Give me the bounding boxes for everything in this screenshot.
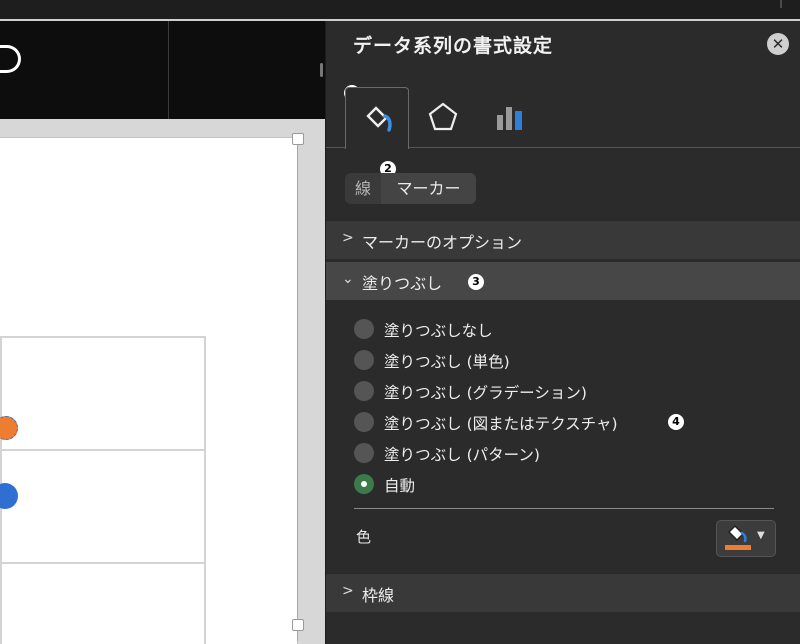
resize-handle[interactable] (292, 133, 304, 145)
section-border[interactable]: > 枠線 (326, 574, 800, 612)
chart-area (0, 21, 325, 644)
section-label: 枠線 (362, 586, 395, 605)
tab-series-options[interactable] (478, 87, 538, 147)
divider (354, 508, 774, 509)
section-marker-options[interactable]: > マーカーのオプション (326, 221, 800, 259)
radio-button-selected[interactable] (354, 474, 374, 494)
cropped-glyph-icon (0, 45, 21, 73)
chevron-down-icon: ⌄ (342, 271, 354, 287)
tab-effects[interactable] (411, 87, 471, 147)
close-icon[interactable]: ✕ (767, 33, 789, 55)
resize-handle[interactable] (292, 619, 304, 631)
segment-line[interactable]: 線 (345, 173, 381, 204)
radio-button[interactable] (354, 381, 374, 401)
section-fill[interactable]: ⌄ 塗りつぶし (326, 262, 800, 300)
color-label: 色 (356, 528, 372, 546)
ribbon-area (0, 21, 325, 119)
section-label: マーカーのオプション (362, 233, 523, 252)
dropdown-arrow-icon: ▼ (757, 530, 765, 541)
fill-line-icon (366, 106, 392, 132)
format-data-series-panel: データ系列の書式設定 ✕ 1 2 線 マーカー > マーカーのオプ (325, 21, 800, 644)
grid-line (0, 449, 206, 451)
radio-button[interactable] (354, 443, 374, 463)
line-marker-segmented-control: 線 マーカー (345, 173, 476, 204)
radio-label: 塗りつぶし (単色) (384, 353, 510, 371)
radio-label: 塗りつぶし (図またはテクスチャ) (384, 415, 618, 433)
panel-title: データ系列の書式設定 (353, 35, 554, 57)
chart-selection-line (297, 141, 298, 641)
grid-line (204, 336, 206, 644)
radio-label: 塗りつぶしなし (384, 322, 493, 340)
series-options-bar-icon (497, 107, 522, 130)
radio-label: 自動 (384, 477, 416, 495)
radio-button[interactable] (354, 350, 374, 370)
tab-fill-line[interactable] (345, 87, 409, 149)
annotation-badge-4: 4 (668, 414, 684, 430)
radio-button[interactable] (354, 412, 374, 432)
data-point-blue[interactable] (0, 483, 18, 509)
ribbon-separator (168, 21, 169, 119)
chart-plot-area[interactable] (0, 137, 298, 644)
chevron-right-icon: > (342, 230, 354, 246)
current-color-swatch (725, 545, 751, 550)
segment-marker[interactable]: マーカー (381, 173, 476, 204)
radio-label: 塗りつぶし (パターン) (384, 446, 540, 464)
panel-tab-row (326, 87, 800, 149)
radio-label: 塗りつぶし (グラデーション) (384, 384, 587, 402)
section-label: 塗りつぶし (362, 274, 443, 293)
grid-line (0, 336, 206, 338)
effects-pentagon-icon (428, 102, 458, 131)
top-bar-tick (780, 0, 782, 8)
chevron-right-icon: > (342, 583, 354, 599)
scroll-nub[interactable] (320, 63, 323, 77)
annotation-badge-3: 3 (468, 274, 484, 290)
fill-color-picker[interactable]: ▼ (716, 520, 776, 557)
grid-line (0, 562, 206, 564)
radio-button[interactable] (354, 319, 374, 339)
data-point-orange[interactable] (0, 416, 18, 440)
